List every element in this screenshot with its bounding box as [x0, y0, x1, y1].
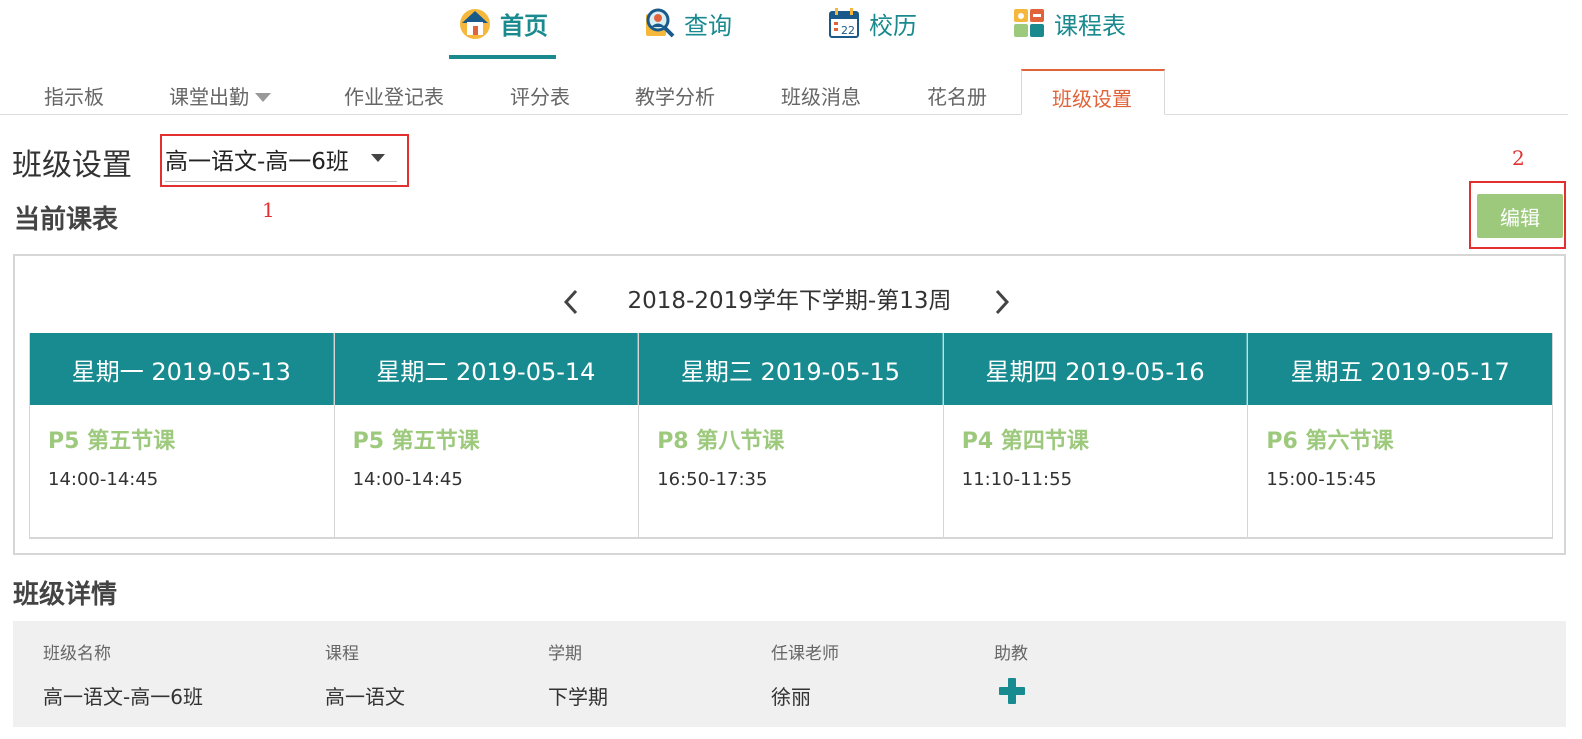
topnav-calendar-label: 校历: [869, 12, 917, 40]
period-time: 14:00-14:45: [48, 469, 159, 490]
day-column-monday: 星期一 2019-05-13 P5 第五节课 14:00-14:45: [29, 333, 334, 537]
tab-homework[interactable]: 作业登记表: [344, 81, 444, 110]
topnav-timetable[interactable]: 课程表: [1012, 0, 1126, 62]
sub-tab-bar: 指示板 课堂出勤 作业登记表 评分表 教学分析 班级消息 花名册 班级设置: [0, 69, 1568, 115]
tab-messages-label: 班级消息: [781, 85, 861, 109]
class-details-title: 班级详情: [13, 580, 118, 610]
tab-dashboard-label: 指示板: [44, 85, 104, 109]
svg-text:22: 22: [841, 24, 855, 37]
page-title: 班级设置: [12, 148, 132, 183]
topnav-search-label: 查询: [684, 12, 732, 40]
period-time: 15:00-15:45: [1266, 469, 1377, 490]
period-time: 11:10-11:55: [961, 469, 1073, 490]
period-name[interactable]: P5 第五节课: [353, 423, 480, 455]
teacher-label: 任课老师: [771, 644, 839, 664]
timetable-icon: [1014, 9, 1044, 37]
tab-roster[interactable]: 花名册: [927, 81, 987, 110]
calendar-icon: 22: [829, 8, 859, 38]
tab-homework-label: 作业登记表: [344, 85, 444, 109]
day-column-friday: 星期五 2019-05-17 P6 第六节课 15:00-15:45: [1247, 333, 1553, 537]
home-icon: [460, 9, 490, 39]
day-header: 星期一 2019-05-13: [30, 333, 334, 405]
add-assistant-plus-icon[interactable]: [997, 676, 1027, 706]
class-name-value: 高一语文-高一6班: [43, 685, 203, 709]
topnav-search[interactable]: 查询: [642, 0, 732, 62]
tab-analysis-label: 教学分析: [635, 85, 715, 109]
tab-class-settings[interactable]: 班级设置: [1021, 69, 1165, 115]
tab-gradebook-label: 评分表: [510, 85, 570, 109]
current-schedule-title: 当前课表: [14, 205, 119, 235]
period-name[interactable]: P8 第八节课: [657, 423, 784, 455]
course-value: 高一语文: [325, 685, 405, 709]
active-nav-indicator: [449, 55, 556, 59]
class-name-label: 班级名称: [43, 644, 111, 664]
edit-button[interactable]: 编辑: [1477, 194, 1563, 238]
class-details-panel: 班级名称 高一语文-高一6班 课程 高一语文 学期 下学期 任课老师 徐丽 助教: [13, 621, 1566, 727]
chevron-right-icon[interactable]: [987, 288, 1015, 316]
period-name[interactable]: P4 第四节课: [962, 423, 1089, 455]
search-person-icon: [646, 8, 675, 38]
chevron-down-icon: [255, 92, 271, 102]
annotation-box-1: [160, 134, 409, 187]
period-time: 16:50-17:35: [657, 469, 768, 490]
week-navigator: 2018-2019学年下学期-第13周: [15, 284, 1564, 318]
topnav-home[interactable]: 首页: [458, 0, 548, 62]
tab-attendance[interactable]: 课堂出勤: [169, 81, 271, 110]
day-column-thursday: 星期四 2019-05-16 P4 第四节课 11:10-11:55: [942, 333, 1248, 537]
day-column-tuesday: 星期二 2019-05-14 P5 第五节课 14:00-14:45: [333, 333, 639, 537]
period-name[interactable]: P5 第五节课: [48, 423, 175, 455]
teacher-value: 徐丽: [771, 685, 811, 709]
assistant-label: 助教: [994, 644, 1028, 664]
tab-analysis[interactable]: 教学分析: [635, 81, 715, 110]
schedule-panel: 2018-2019学年下学期-第13周 星期一 2019-05-13 P5 第五…: [13, 254, 1566, 555]
topnav-calendar[interactable]: 22 校历: [827, 0, 917, 62]
chevron-left-icon[interactable]: [558, 288, 586, 316]
day-header: 星期四 2019-05-16: [943, 333, 1248, 405]
term-value: 下学期: [548, 685, 608, 709]
day-column-wednesday: 星期三 2019-05-15 P8 第八节课 16:50-17:35: [638, 333, 943, 537]
topnav-timetable-label: 课程表: [1054, 12, 1126, 40]
course-label: 课程: [325, 644, 359, 664]
period-name[interactable]: P6 第六节课: [1266, 423, 1393, 455]
term-label: 学期: [548, 644, 582, 664]
tab-messages[interactable]: 班级消息: [781, 81, 861, 110]
top-navigation: 首页 查询 22 校历 课程表: [0, 0, 1582, 62]
day-header: 星期三 2019-05-15: [639, 333, 943, 405]
tab-attendance-label: 课堂出勤: [169, 85, 249, 109]
annotation-label-2: 2: [1512, 146, 1525, 170]
tab-gradebook[interactable]: 评分表: [510, 81, 570, 110]
week-schedule-table: 星期一 2019-05-13 P5 第五节课 14:00-14:45 星期二 2…: [29, 333, 1553, 539]
day-header: 星期二 2019-05-14: [334, 333, 639, 405]
week-label: 2018-2019学年下学期-第13周: [627, 288, 952, 314]
annotation-label-1: 1: [262, 198, 275, 222]
tab-class-settings-label: 班级设置: [1052, 87, 1132, 111]
day-header: 星期五 2019-05-17: [1248, 333, 1552, 405]
tab-dashboard[interactable]: 指示板: [44, 81, 104, 110]
tab-roster-label: 花名册: [927, 85, 987, 109]
period-time: 14:00-14:45: [352, 469, 463, 490]
topnav-home-label: 首页: [500, 12, 548, 40]
